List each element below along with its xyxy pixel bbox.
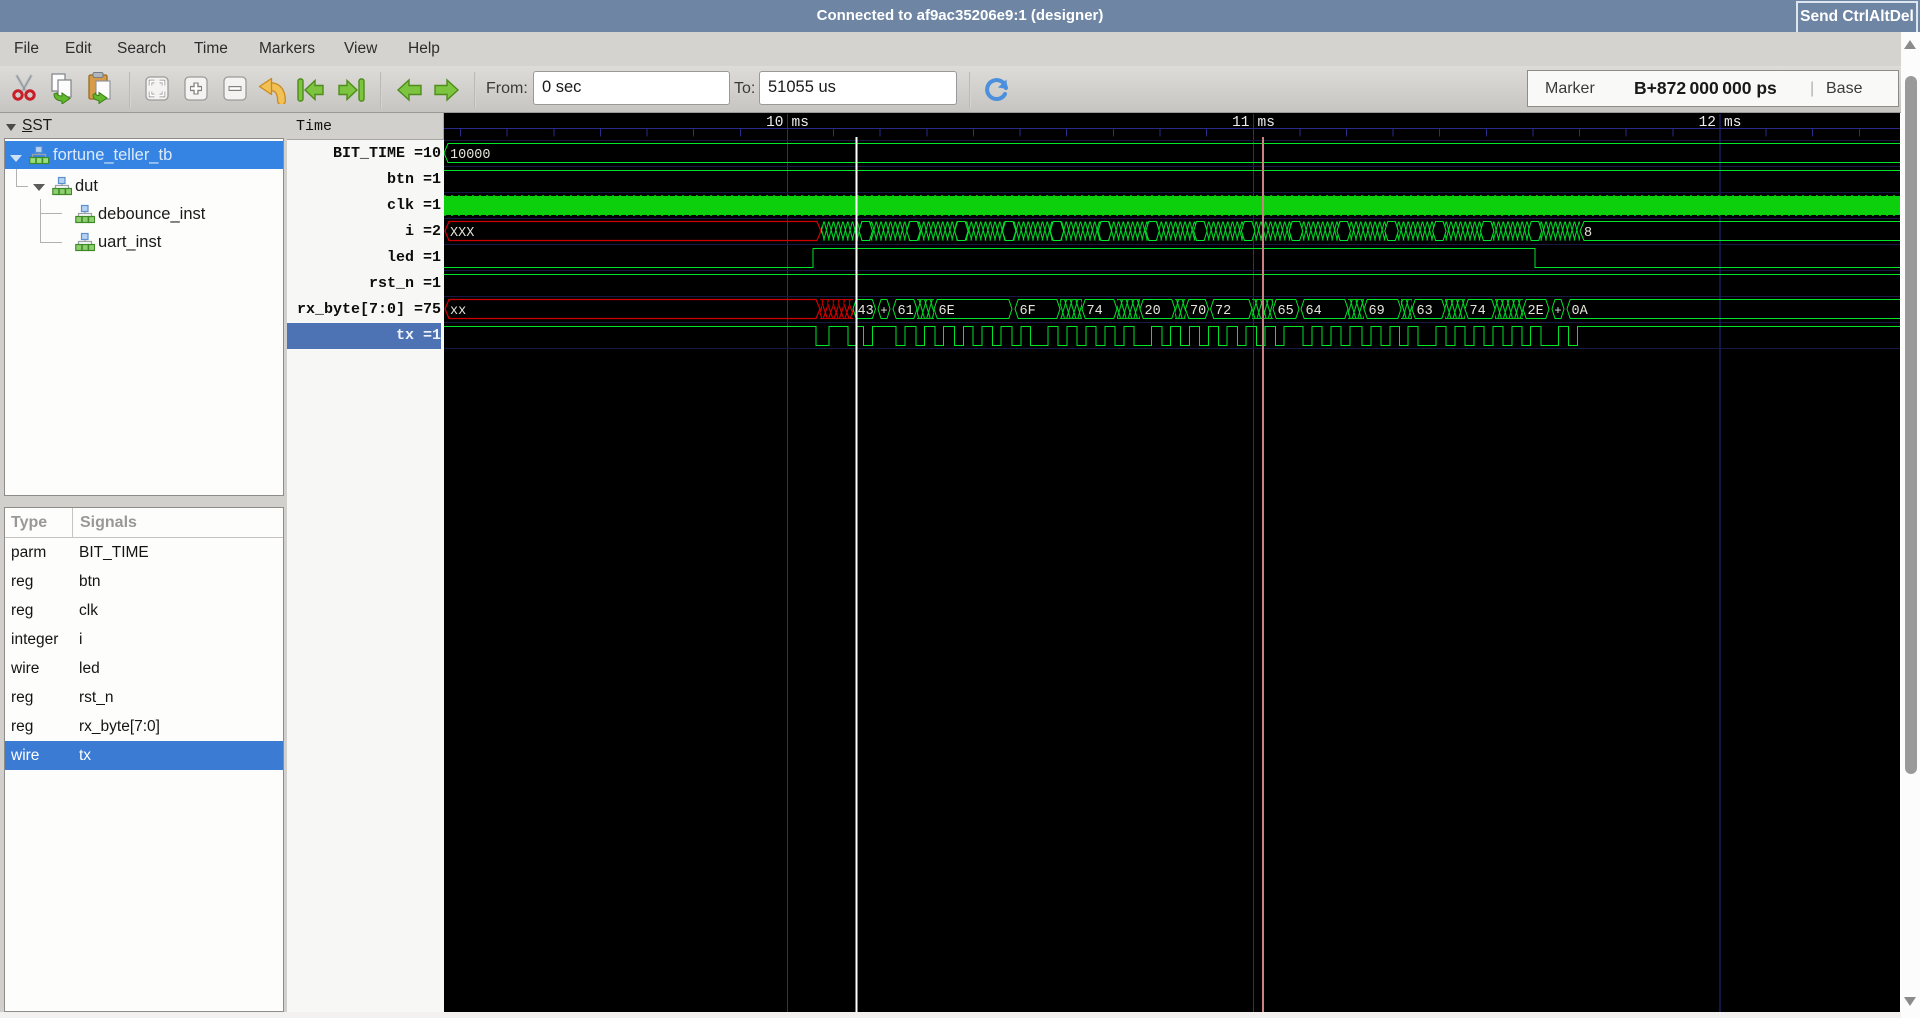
svg-text:70: 70: [1190, 304, 1206, 319]
svg-text:63: 63: [1417, 304, 1433, 319]
svg-text:6F: 6F: [1020, 304, 1036, 319]
svg-text:74: 74: [1087, 304, 1103, 319]
svg-text:xx: xx: [450, 304, 466, 319]
svg-text:65: 65: [1278, 304, 1294, 319]
svg-text:72: 72: [1215, 304, 1231, 319]
svg-text:2E: 2E: [1528, 304, 1544, 319]
svg-text:20: 20: [1145, 304, 1161, 319]
svg-text:+: +: [880, 304, 887, 318]
svg-text:0A: 0A: [1572, 304, 1589, 319]
svg-text:74: 74: [1470, 304, 1486, 319]
svg-text:10000: 10000: [450, 148, 491, 163]
svg-text:6E: 6E: [939, 304, 955, 319]
svg-text:61: 61: [898, 304, 914, 319]
svg-text:69: 69: [1369, 304, 1385, 319]
svg-text:64: 64: [1306, 304, 1322, 319]
svg-text:43: 43: [858, 304, 874, 319]
svg-text:+: +: [1554, 304, 1561, 318]
svg-text:XXX: XXX: [450, 226, 474, 241]
svg-text:8: 8: [1584, 226, 1592, 241]
